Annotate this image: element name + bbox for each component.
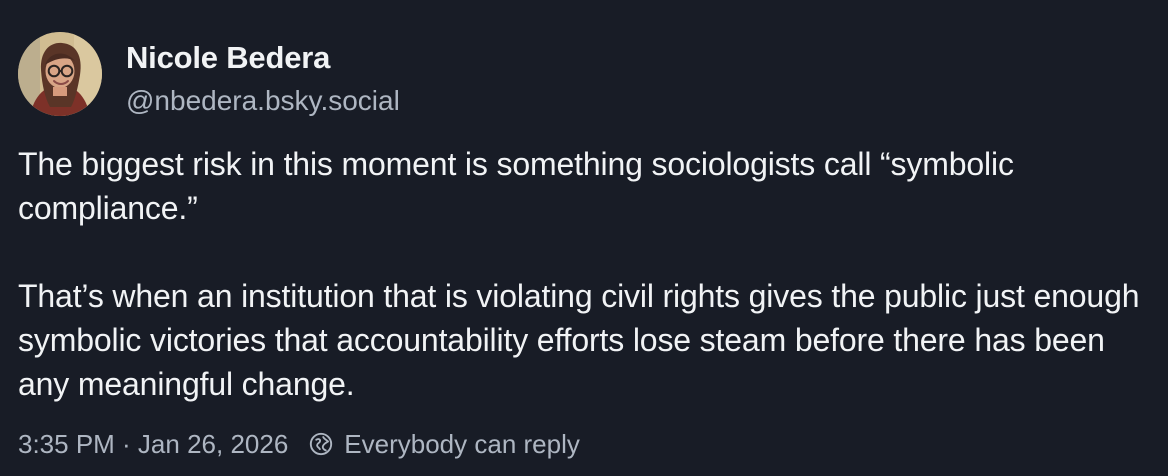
reply-setting[interactable]: Everybody can reply	[308, 429, 580, 460]
post-header: Nicole Bedera @nbedera.bsky.social	[18, 32, 400, 118]
post-text: The biggest risk in this moment is somet…	[18, 142, 1158, 406]
post-metadata: 3:35 PM · Jan 26, 2026 Everybody can rep…	[18, 426, 580, 462]
post: Nicole Bedera @nbedera.bsky.social The b…	[0, 0, 1168, 476]
author-handle[interactable]: @nbedera.bsky.social	[126, 83, 400, 119]
reply-setting-label: Everybody can reply	[344, 428, 580, 459]
author-info: Nicole Bedera @nbedera.bsky.social	[126, 32, 400, 119]
post-paragraph-2: That’s when an institution that is viola…	[18, 278, 1140, 402]
post-paragraph-1: The biggest risk in this moment is somet…	[18, 146, 1014, 226]
globe-icon	[308, 431, 334, 457]
avatar[interactable]	[18, 32, 102, 116]
post-timestamp[interactable]: 3:35 PM · Jan 26, 2026	[18, 429, 288, 460]
author-display-name[interactable]: Nicole Bedera	[126, 38, 400, 78]
